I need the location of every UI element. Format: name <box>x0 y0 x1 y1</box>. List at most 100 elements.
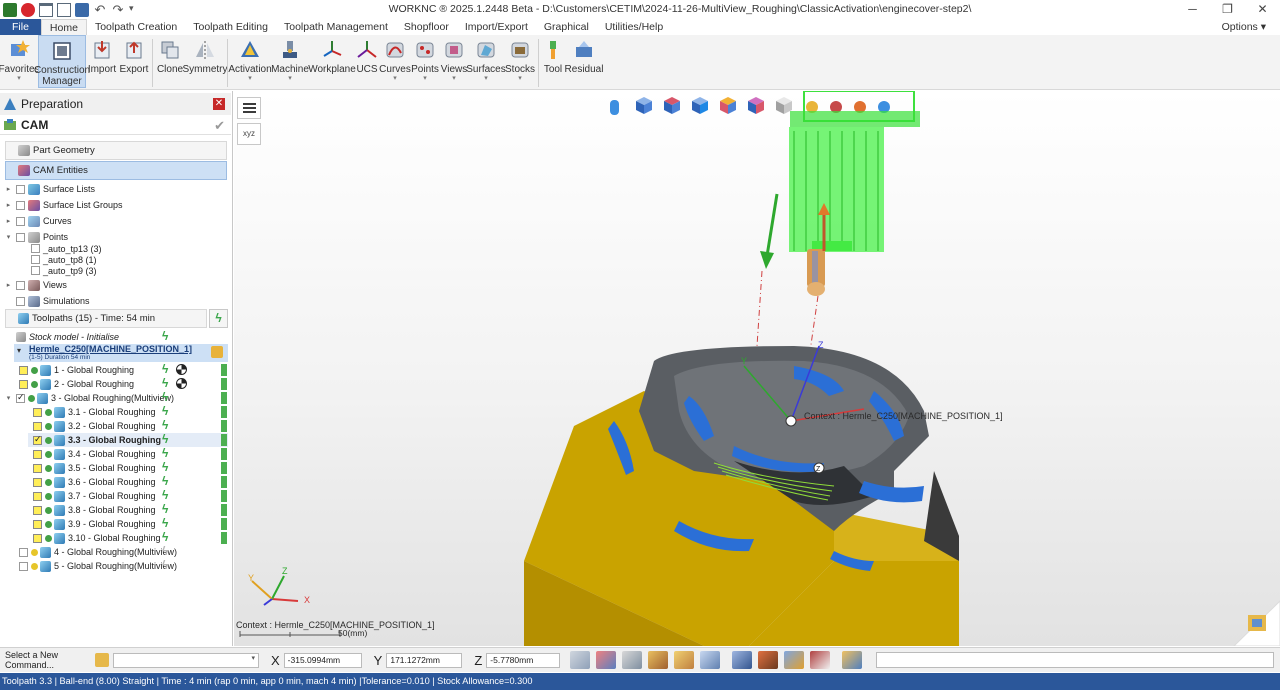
compute-icon[interactable]: ϟ <box>162 531 172 543</box>
checkbox[interactable] <box>33 491 42 501</box>
machine-view-icon[interactable] <box>784 651 805 669</box>
views-button[interactable]: Views ▾ <box>440 35 468 88</box>
tree-item-surface-list-groups[interactable]: ▸ Surface List Groups <box>4 198 123 212</box>
tab-shopfloor[interactable]: Shopfloor <box>396 19 457 35</box>
tab-home[interactable]: Home <box>40 19 87 35</box>
machine-settings-icon[interactable] <box>211 346 223 358</box>
z-coordinate-field[interactable]: -5.7780mm <box>486 652 561 668</box>
toolpath-item[interactable]: 3.1 - Global Roughing <box>30 405 156 419</box>
surfaces-button[interactable]: Surfaces ▾ <box>466 35 506 88</box>
tab-utilities-help[interactable]: Utilities/Help <box>597 19 671 35</box>
checkbox[interactable] <box>19 379 28 389</box>
target-icon[interactable] <box>176 364 187 375</box>
quick-command-icon[interactable] <box>842 651 863 669</box>
points-button[interactable]: Points ▾ <box>410 35 440 88</box>
compute-icon[interactable]: ϟ <box>162 475 172 487</box>
checkbox[interactable] <box>33 434 42 445</box>
toolpath-item[interactable]: 5 - Global Roughing(Multiview) <box>16 559 177 573</box>
compute-icon[interactable]: ϟ <box>162 433 172 445</box>
options-menu[interactable]: Options ▾ <box>1222 19 1266 35</box>
measure-icon[interactable] <box>622 651 643 669</box>
checkbox[interactable] <box>31 266 40 275</box>
toolpath-item[interactable]: 1 - Global Roughing <box>16 363 134 377</box>
checkbox[interactable] <box>16 184 25 194</box>
tree-item-surface-lists[interactable]: ▸ Surface Lists <box>4 182 95 196</box>
curves-button[interactable]: Curves ▾ <box>379 35 411 88</box>
checkbox[interactable] <box>33 421 42 431</box>
toolpath-item[interactable]: 3.4 - Global Roughing <box>30 447 156 461</box>
compute-icon[interactable]: ϟ <box>162 391 172 403</box>
expand-icon[interactable]: ▸ <box>4 217 13 225</box>
checkbox[interactable] <box>33 407 42 417</box>
toolpath-item[interactable]: 3.10 - Global Roughing <box>30 531 161 545</box>
checkbox[interactable] <box>19 365 28 375</box>
compute-icon[interactable]: ϟ <box>162 419 172 431</box>
tree-item-point[interactable]: _auto_tp8 (1) <box>28 254 97 265</box>
tab-toolpath-creation[interactable]: Toolpath Creation <box>87 19 185 35</box>
checkbox[interactable] <box>16 296 25 306</box>
toolpath-item[interactable]: 3.2 - Global Roughing <box>30 419 156 433</box>
checkbox[interactable] <box>33 505 42 515</box>
checkbox[interactable] <box>33 477 42 487</box>
checkbox[interactable] <box>31 244 40 253</box>
restore-button[interactable]: ❐ <box>1210 0 1245 19</box>
checkbox[interactable] <box>31 255 40 264</box>
checkbox[interactable] <box>16 232 25 242</box>
tree-item-point[interactable]: _auto_tp9 (3) <box>28 265 97 276</box>
checkbox[interactable] <box>19 547 28 557</box>
machine-button[interactable]: Machine ▾ <box>270 35 310 88</box>
zoom-icon[interactable] <box>700 651 721 669</box>
select-tool-icon[interactable] <box>570 651 591 669</box>
snap-icon[interactable] <box>648 651 669 669</box>
checkbox[interactable] <box>16 200 25 210</box>
tab-file[interactable]: File <box>0 19 41 35</box>
compute-icon[interactable]: ϟ <box>162 447 172 459</box>
toolpaths-button[interactable]: Toolpaths (15) - Time: 54 min <box>5 309 207 328</box>
compute-icon[interactable]: ϟ <box>162 377 172 389</box>
compute-icon[interactable]: ϟ <box>162 559 172 571</box>
checkbox[interactable] <box>33 519 42 529</box>
compute-icon[interactable]: ϟ <box>162 363 172 375</box>
tab-graphical[interactable]: Graphical <box>536 19 597 35</box>
machine-row[interactable]: ▾ Hermle_C250[MACHINE_POSITION_1] (1-5) … <box>14 344 228 362</box>
clone-button[interactable]: Clone <box>155 35 185 88</box>
collapse-icon[interactable]: ▾ <box>4 233 13 241</box>
checkbox[interactable] <box>16 280 25 290</box>
stock-model-item[interactable]: Stock model - Initialise <box>16 330 119 344</box>
filter-icon[interactable] <box>674 651 695 669</box>
toolpath-item[interactable]: 3.3 - Global Roughing <box>30 433 161 447</box>
toolpath-item[interactable]: 4 - Global Roughing(Multiview) <box>16 545 177 559</box>
symmetry-button[interactable]: Symmetry <box>183 35 228 88</box>
toolpath-item[interactable]: ▾ 3 - Global Roughing(Multiview) <box>4 391 174 405</box>
toolpath-item[interactable]: 2 - Global Roughing <box>16 377 134 391</box>
compute-icon[interactable]: ϟ <box>162 545 172 557</box>
close-panel-button[interactable]: ✕ <box>213 98 225 110</box>
stocks-button[interactable]: Stocks ▾ <box>504 35 536 88</box>
command-icon[interactable] <box>95 653 109 667</box>
checkbox[interactable] <box>33 463 42 473</box>
cam-entities-button[interactable]: CAM Entities <box>5 161 227 180</box>
target-icon[interactable] <box>176 378 187 389</box>
checkbox[interactable] <box>19 561 28 571</box>
toolpath-item[interactable]: 3.9 - Global Roughing <box>30 517 156 531</box>
minimize-button[interactable]: ─ <box>1175 0 1210 19</box>
compute-icon[interactable]: ϟ <box>162 461 172 473</box>
tree-item-point[interactable]: _auto_tp13 (3) <box>28 243 102 254</box>
expand-icon[interactable]: ▸ <box>4 185 13 193</box>
part-geometry-button[interactable]: Part Geometry <box>5 141 227 160</box>
collapse-icon[interactable]: ▾ <box>17 346 21 355</box>
report-icon[interactable] <box>810 651 831 669</box>
toolpath-item[interactable]: 3.8 - Global Roughing <box>30 503 156 517</box>
tab-import-export[interactable]: Import/Export <box>457 19 536 35</box>
add-toolpath-icon[interactable]: ϟ <box>209 309 228 328</box>
construction-manager-button[interactable]: Construction Manager <box>34 35 90 88</box>
y-coordinate-field[interactable]: 171.1272mm <box>386 652 463 668</box>
activation-button[interactable]: Activation ▾ <box>228 35 272 88</box>
layers-icon[interactable] <box>732 651 753 669</box>
export-button[interactable]: Export <box>118 35 150 88</box>
pick-point-icon[interactable] <box>596 651 617 669</box>
checkbox[interactable] <box>16 216 25 226</box>
import-button[interactable]: Import <box>86 35 118 88</box>
3d-viewport[interactable]: xyz Z Y Context: Hermle_C250[MACHINE_PO… <box>234 91 1280 646</box>
workplane-button[interactable]: Workplane <box>308 35 356 88</box>
